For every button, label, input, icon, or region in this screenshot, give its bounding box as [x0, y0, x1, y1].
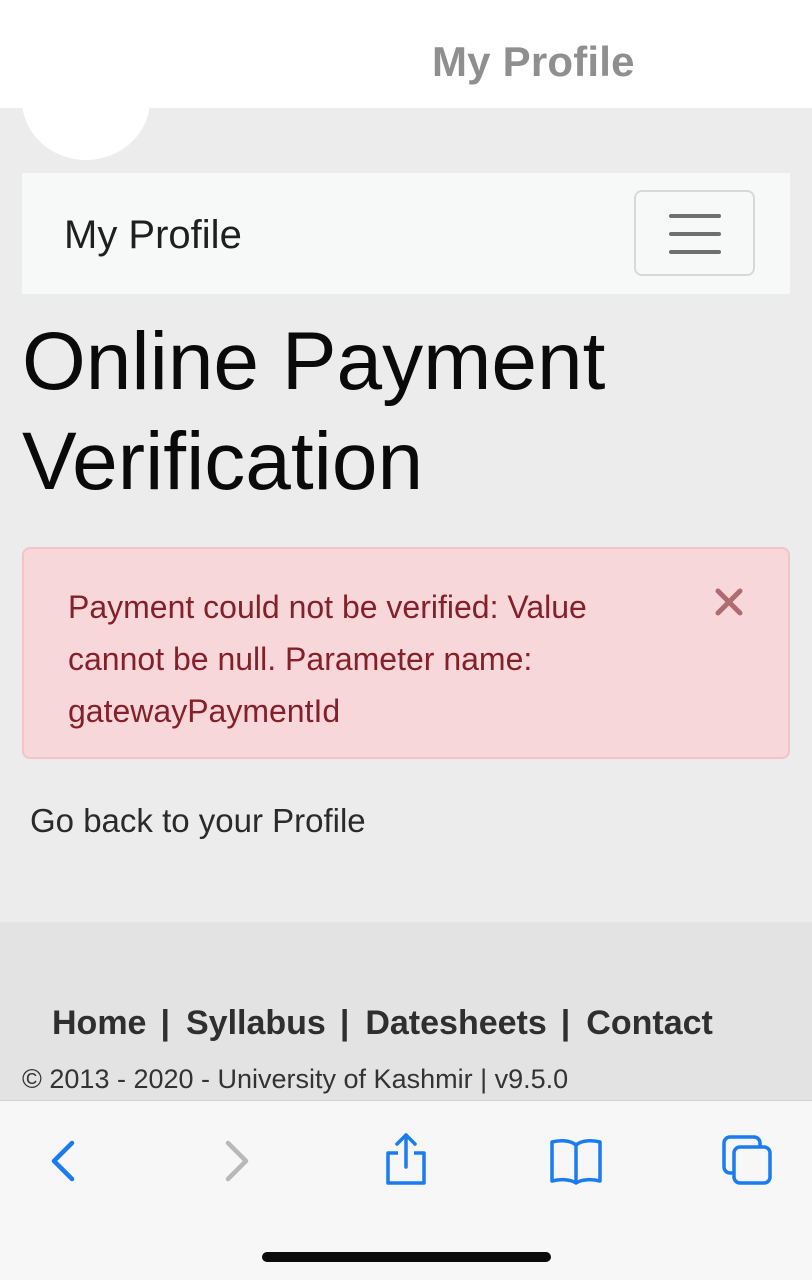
tabs-button[interactable] [718, 1131, 778, 1191]
footer-link-syllabus[interactable]: Syllabus [186, 1004, 326, 1042]
bookmarks-button[interactable] [546, 1131, 606, 1191]
page: My Profile My Profile Online Payment Ver… [0, 0, 812, 1280]
footer-link-contact[interactable]: Contact [586, 1004, 713, 1042]
footer-separator: | [560, 1004, 571, 1042]
browser-toolbar [0, 1100, 812, 1280]
tabs-icon [722, 1135, 772, 1185]
share-icon [386, 1133, 426, 1185]
page-title: Online Payment Verification [22, 316, 606, 507]
back-icon [51, 1140, 75, 1182]
navbar: My Profile [22, 173, 790, 294]
home-indicator [262, 1252, 551, 1262]
alert-close-button[interactable] [712, 585, 746, 619]
forward-button[interactable] [208, 1131, 268, 1191]
share-button[interactable] [376, 1131, 436, 1191]
footer-links: Home | Syllabus | Datesheets | Contact [52, 1004, 713, 1043]
back-button[interactable] [34, 1131, 94, 1191]
navbar-toggler-button[interactable] [634, 190, 755, 276]
navbar-brand[interactable]: My Profile [64, 213, 242, 258]
back-to-profile-link[interactable]: Go back to your Profile [30, 802, 366, 840]
header-title: My Profile [432, 38, 635, 85]
footer: Home | Syllabus | Datesheets | Contact © 2013 … [0, 922, 812, 1100]
alert-message: Payment could not be verified: Value can… [68, 589, 587, 729]
avatar [22, 40, 150, 160]
footer-separator: | [339, 1004, 350, 1042]
copyright: © 2013 - 2020 - University of Kashmir | … [22, 1064, 569, 1094]
close-icon [715, 588, 743, 616]
footer-separator: | [160, 1004, 170, 1042]
error-alert: Payment could not be verified: Value can… [22, 547, 790, 759]
footer-link-home[interactable]: Home [52, 1004, 146, 1042]
footer-link-datesheets[interactable]: Datesheets [365, 1004, 546, 1042]
forward-icon [225, 1140, 249, 1182]
bookmarks-icon [550, 1139, 602, 1185]
